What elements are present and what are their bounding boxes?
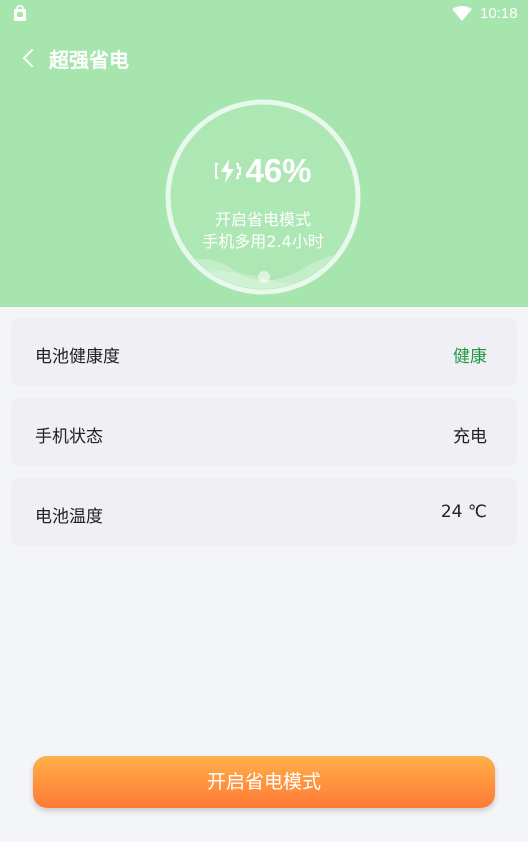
- card-value: 充电: [453, 427, 487, 447]
- extra-time-text: 手机多用2.4小时: [202, 232, 324, 251]
- page-title: 超强省电: [49, 48, 129, 72]
- battery-gauge: 46% 开启省电模式 手机多用2.4小时: [164, 98, 362, 296]
- chevron-left-icon[interactable]: [14, 42, 42, 74]
- battery-temperature-card: 电池温度 24 ℃: [11, 478, 517, 546]
- power-mode-text: 开启省电模式: [214, 210, 311, 229]
- gauge-ring: [165, 99, 361, 295]
- status-time: 10:18: [480, 5, 518, 22]
- battery-charging-icon: [215, 159, 242, 183]
- phone-status-card: 手机状态 充电: [11, 398, 517, 466]
- card-value: 健康: [453, 347, 487, 367]
- wifi-icon: [452, 6, 472, 21]
- title-bar: 超强省电: [0, 38, 528, 78]
- card-value: 24 ℃: [440, 502, 487, 522]
- card-label: 电池温度: [35, 507, 103, 527]
- battery-percent: 46%: [245, 152, 312, 189]
- battery-health-card: 电池健康度 健康: [11, 318, 517, 386]
- card-label: 电池健康度: [35, 347, 120, 367]
- card-label: 手机状态: [35, 427, 103, 447]
- status-bar: 10:18: [0, 0, 528, 28]
- battery-row: 46%: [164, 152, 362, 192]
- enable-power-saving-button[interactable]: 开启省电模式: [33, 756, 495, 808]
- shopping-bag-icon: [14, 5, 26, 21]
- header-area: 10:18 超强省电 46% 开启省电模式 手机多用2.4小时: [0, 0, 528, 307]
